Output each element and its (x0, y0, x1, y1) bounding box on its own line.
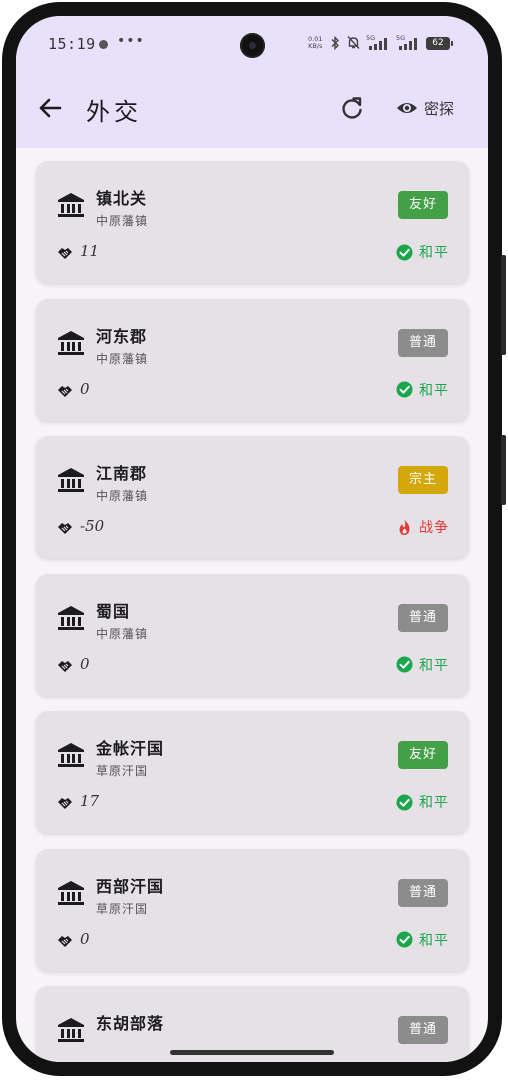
notification-dot-icon (99, 40, 108, 49)
handshake-icon (58, 798, 72, 809)
relation-value: 0 (80, 929, 90, 948)
faction-card[interactable]: 江南郡 中原藩镇 宗主 -50 战争 (36, 436, 469, 558)
state-label: 和平 (419, 657, 449, 674)
relation-badge: 普通 (398, 328, 448, 357)
faction-name: 河东郡 (96, 326, 148, 346)
check-circle-icon (396, 931, 413, 948)
signal-2-icon (399, 38, 417, 50)
handshake-icon (58, 385, 72, 397)
relation-badge: 友好 (398, 191, 448, 219)
more-notifications-icon: ••• (117, 33, 145, 49)
page-title: 外交 (86, 98, 142, 126)
faction-type: 中原藩镇 (96, 214, 149, 228)
relation-value: -50 (80, 517, 105, 535)
faction-name: 东胡部落 (96, 1014, 165, 1033)
power-button (501, 435, 506, 505)
battery-indicator: 62 (426, 37, 453, 50)
status-bar: 15:19 ••• 0.01 KB/s 5G 5G 62 (16, 16, 488, 68)
relation-badge: 普通 (398, 1016, 448, 1044)
check-circle-icon (396, 381, 413, 398)
check-circle-icon (396, 244, 413, 260)
relation-badge: 普通 (398, 878, 448, 907)
bluetooth-icon (331, 36, 339, 50)
faction-type: 中原藩镇 (96, 351, 149, 366)
screen: 15:19 ••• 0.01 KB/s 5G 5G 62 外交 密探 镇北关 中… (16, 16, 488, 1062)
state-label: 和平 (419, 932, 449, 949)
state-label: 和平 (419, 245, 449, 261)
state-indicator: 和平 (396, 242, 449, 262)
handshake-icon (58, 523, 72, 534)
faction-card[interactable]: 河东郡 中原藩镇 普通 0 和平 (36, 298, 469, 421)
network-speed-unit: KB/s (308, 42, 323, 50)
faction-name: 蜀国 (96, 601, 131, 621)
handshake-icon (58, 248, 72, 259)
faction-card[interactable]: 蜀国 中原藩镇 普通 0 和平 (36, 573, 469, 696)
institution-icon (58, 193, 84, 217)
relation-badge: 普通 (398, 603, 448, 632)
mute-bell-icon (347, 36, 360, 49)
spy-label: 密探 (424, 99, 455, 118)
relation-value: 17 (80, 792, 100, 810)
institution-icon (58, 880, 84, 905)
fire-icon (399, 519, 410, 535)
relation-badge: 宗主 (398, 466, 448, 494)
faction-type: 中原藩镇 (96, 626, 149, 641)
state-indicator: 和平 (396, 930, 449, 950)
status-time: 15:19 (48, 35, 96, 53)
relation-badge: 友好 (398, 741, 448, 769)
state-label: 和平 (419, 382, 449, 399)
check-circle-icon (396, 656, 413, 673)
institution-icon (58, 605, 84, 630)
relation-value: 0 (80, 379, 90, 398)
faction-card[interactable]: 西部汗国 草原汗国 普通 0 和平 (36, 848, 469, 971)
institution-icon (58, 1018, 84, 1042)
faction-name: 西部汗国 (96, 876, 165, 896)
refresh-button[interactable] (338, 94, 366, 122)
faction-type: 草原汗国 (96, 764, 149, 778)
volume-button (501, 255, 506, 355)
eye-icon (397, 103, 417, 113)
home-indicator[interactable] (170, 1050, 334, 1055)
state-indicator: 和平 (396, 380, 449, 400)
faction-type: 草原汗国 (96, 901, 149, 916)
faction-card[interactable]: 金帐汗国 草原汗国 友好 17 和平 (36, 711, 469, 833)
state-indicator: 战争 (396, 517, 449, 537)
diplomacy-list: 镇北关 中原藩镇 友好 11 和平 河东郡 中原藩镇 普通 0 和平 江南郡 中… (16, 148, 488, 1062)
state-indicator: 和平 (396, 792, 449, 812)
faction-name: 金帐汗国 (96, 739, 165, 758)
state-indicator: 和平 (396, 655, 449, 675)
signal-1-icon (369, 38, 387, 50)
spy-button[interactable]: 密探 (396, 94, 454, 122)
faction-name: 镇北关 (96, 189, 148, 208)
state-label: 战争 (419, 520, 449, 536)
faction-name: 江南郡 (96, 464, 148, 483)
back-button[interactable] (36, 94, 64, 122)
faction-card[interactable]: 镇北关 中原藩镇 友好 11 和平 (36, 161, 469, 283)
app-bar: 外交 密探 (16, 68, 488, 148)
front-camera (240, 33, 265, 58)
relation-value: 0 (80, 654, 90, 673)
state-label: 和平 (419, 795, 449, 811)
faction-type: 中原藩镇 (96, 489, 149, 503)
institution-icon (58, 330, 84, 355)
check-circle-icon (396, 794, 413, 810)
institution-icon (58, 743, 84, 767)
handshake-icon (58, 660, 72, 672)
institution-icon (58, 468, 84, 492)
relation-value: 11 (80, 242, 100, 260)
handshake-icon (58, 935, 72, 947)
network-speed: 0.01 KB/s (308, 36, 322, 50)
